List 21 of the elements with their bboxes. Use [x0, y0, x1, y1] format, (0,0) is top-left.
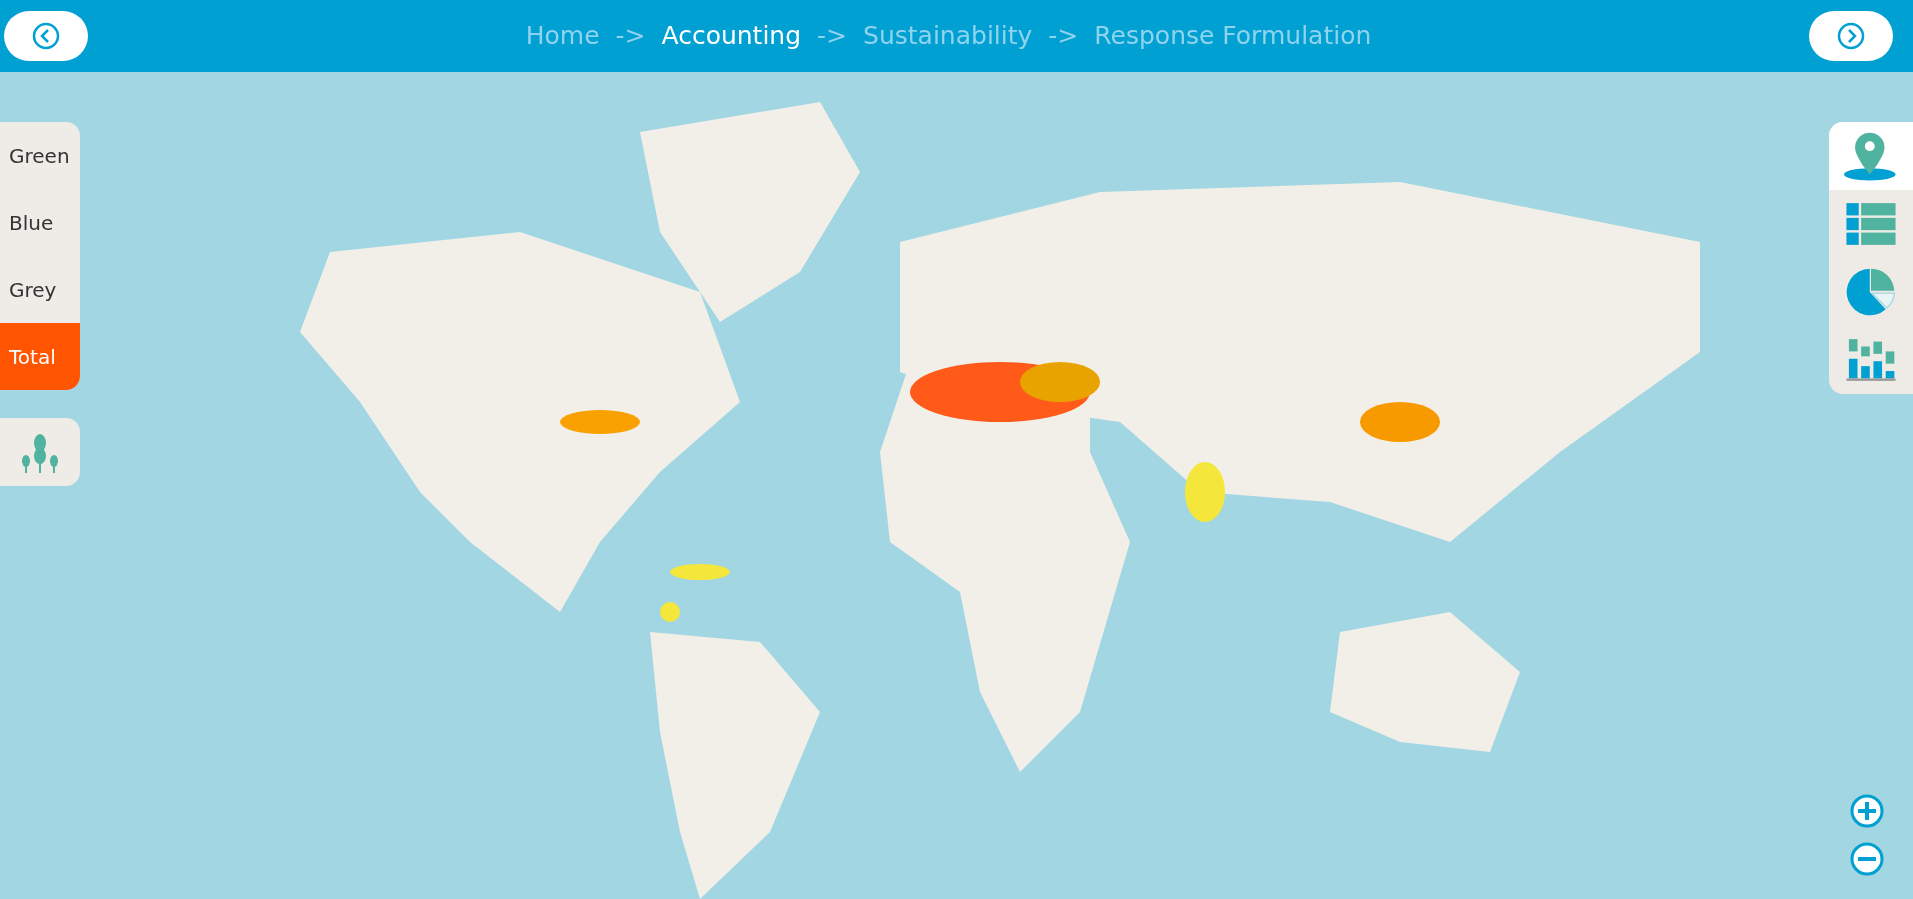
view-tab[interactable] [1829, 122, 1913, 190]
breadcrumb-separator: -> [615, 20, 646, 53]
pie-chart-icon [1844, 266, 1898, 318]
forward-button[interactable] [1809, 11, 1893, 61]
back-button[interactable] [4, 11, 88, 61]
zoom-out-button[interactable] [1849, 841, 1885, 877]
breadcrumb-separator: -> [817, 20, 848, 53]
breadcrumb-link[interactable]: Sustainability [863, 17, 1033, 55]
layer-option[interactable]: Green [0, 122, 80, 189]
zoom-in-button[interactable] [1849, 793, 1885, 829]
layer-option[interactable]: Blue [0, 189, 80, 256]
breadcrumb-link[interactable]: Accounting [661, 17, 802, 55]
chevron-right-icon [1836, 21, 1866, 51]
map-pin-icon [1844, 130, 1898, 182]
layer-option[interactable]: Grey [0, 256, 80, 323]
wheat-icon-button[interactable] [0, 418, 80, 486]
breadcrumb-link[interactable]: Response Formulation [1094, 17, 1372, 55]
breadcrumb-separator: -> [1048, 20, 1079, 53]
chevron-left-icon [31, 21, 61, 51]
breadcrumb-link[interactable]: Home [525, 17, 600, 55]
layer-option[interactable]: Total [0, 323, 80, 390]
